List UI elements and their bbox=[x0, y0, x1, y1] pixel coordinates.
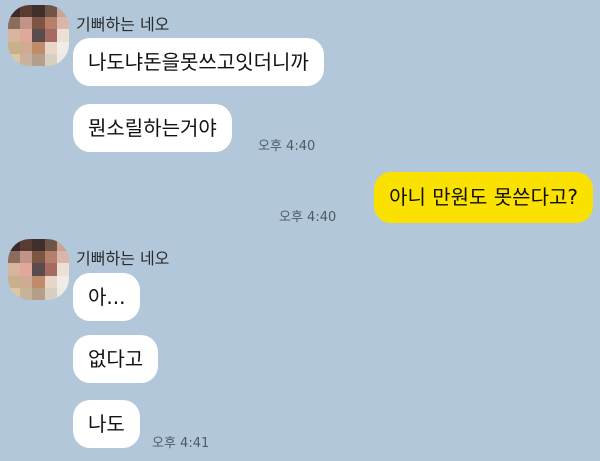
message-bubble[interactable]: 뭔소릴하는거야 bbox=[73, 104, 232, 152]
avatar[interactable] bbox=[8, 5, 69, 66]
message-bubble[interactable]: 없다고 bbox=[73, 335, 159, 383]
message-bubble[interactable]: 나도 bbox=[73, 400, 140, 448]
message-bubble[interactable]: 나도냐돈을못쓰고잇더니까 bbox=[73, 38, 324, 86]
chat-room: 기뻐하는 네오 나도냐돈을못쓰고잇더니까 뭔소릴하는거야 오후 4:40 아니 … bbox=[0, 0, 600, 461]
message-timestamp: 오후 4:40 bbox=[258, 139, 316, 154]
sender-name: 기뻐하는 네오 bbox=[76, 15, 170, 34]
message-timestamp: 오후 4:41 bbox=[152, 436, 210, 451]
message-timestamp: 오후 4:40 bbox=[279, 210, 337, 225]
message-bubble[interactable]: 아니 만원도 못쓴다고? bbox=[374, 172, 593, 223]
sender-name: 기뻐하는 네오 bbox=[76, 249, 170, 268]
message-bubble[interactable]: 아... bbox=[73, 273, 141, 321]
avatar[interactable] bbox=[8, 239, 69, 300]
